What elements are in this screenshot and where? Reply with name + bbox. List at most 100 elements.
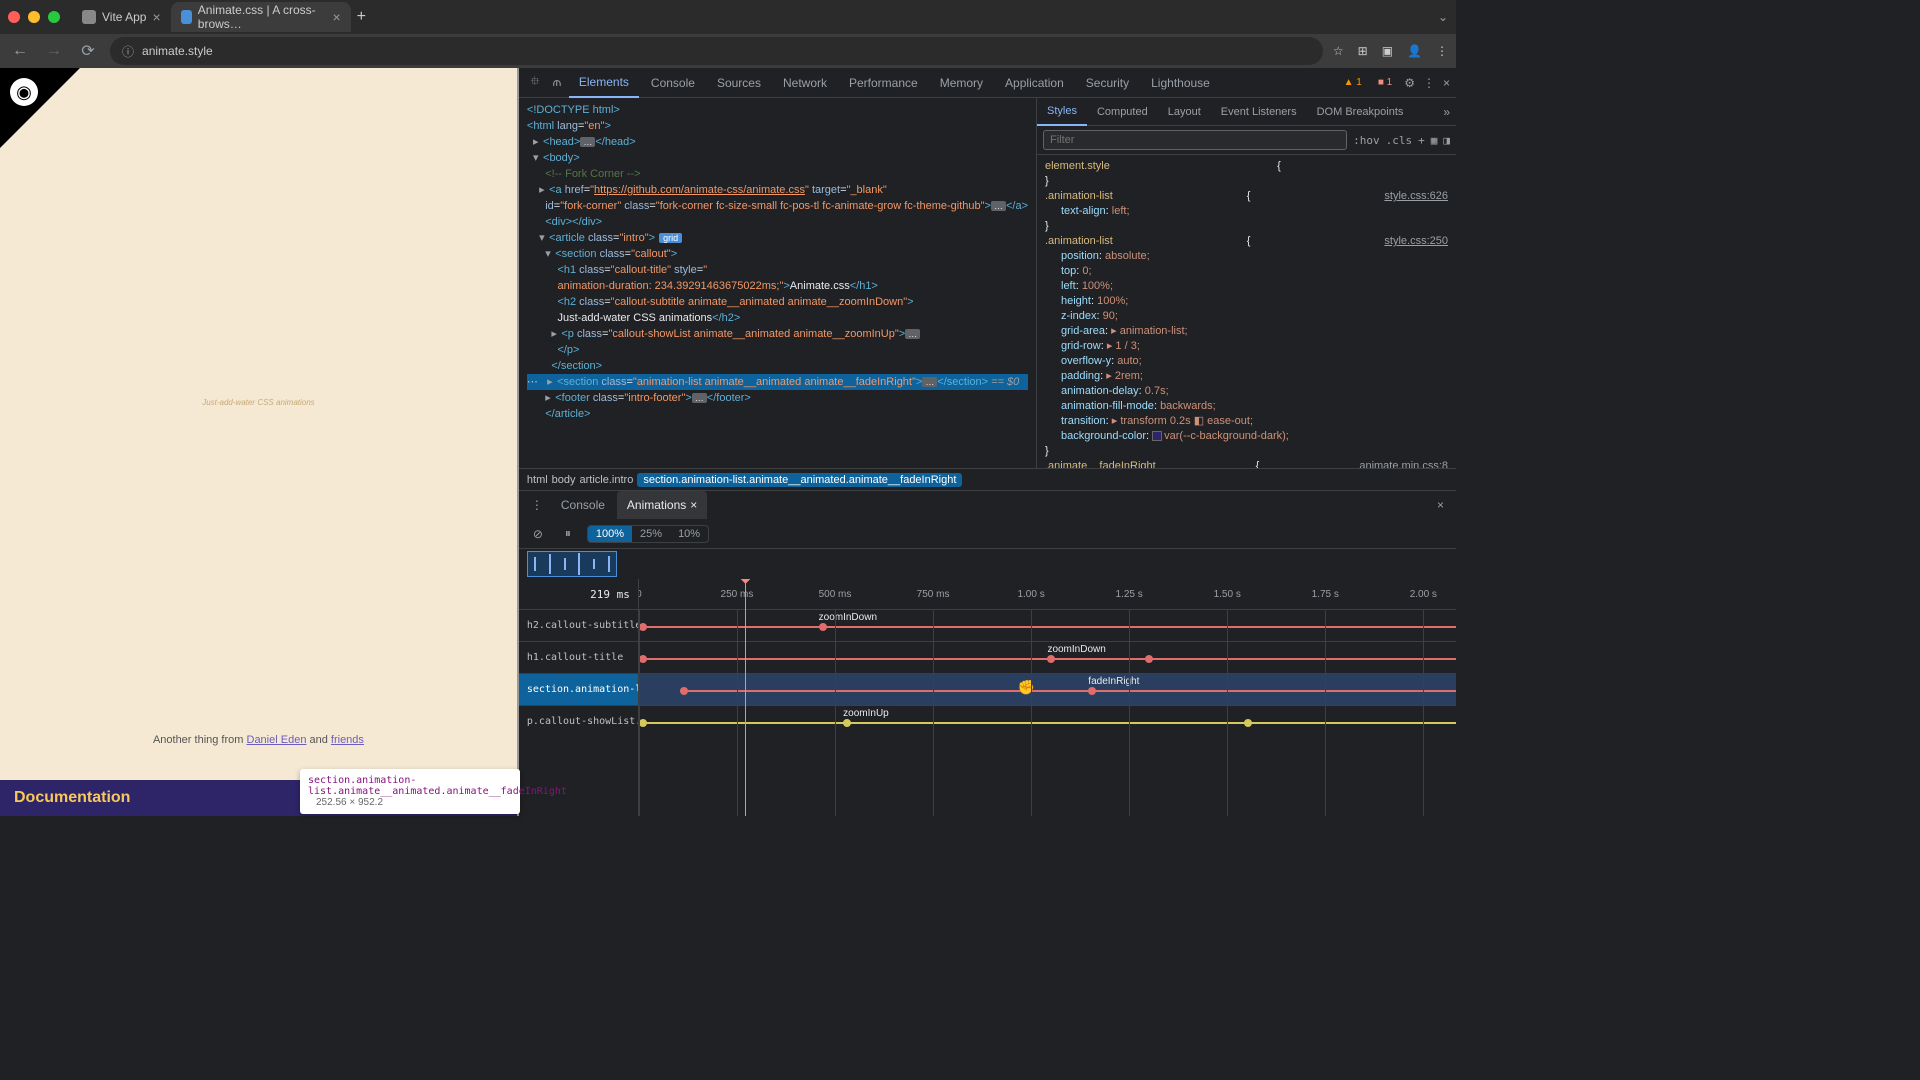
drawer-menu-icon[interactable]: ⋮ (525, 498, 549, 512)
track-label[interactable]: h2.callout-subtitle (519, 609, 638, 641)
dom-comment: <!-- Fork Corner --> (545, 168, 640, 180)
tab-elements[interactable]: Elements (569, 68, 639, 98)
animations-toolbar: ⊘ ⏸ 100% 25% 10% (519, 519, 1456, 549)
styles-tab-listeners[interactable]: Event Listeners (1211, 98, 1307, 126)
profile-icon[interactable]: 👤 (1407, 44, 1422, 58)
tab-title: Animate.css | A cross-brows… (198, 3, 327, 31)
selected-dom-node[interactable]: ⋯ ▸<section class="animation-list animat… (527, 374, 1028, 390)
footer-prefix: Another thing from (153, 734, 247, 746)
device-toggle-icon[interactable]: ⫙ (547, 75, 567, 90)
flex-icon[interactable]: ▦ (1431, 134, 1438, 147)
tab-title: Vite App (102, 10, 146, 24)
animation-timeline[interactable]: ▶ 0250 ms500 ms750 ms1.00 s1.25 s1.50 s1… (639, 579, 1456, 816)
tab-close-icon[interactable]: × (152, 9, 160, 25)
drawer-tab-animations[interactable]: Animations × (617, 491, 707, 519)
tab-application[interactable]: Application (995, 68, 1074, 98)
drawer-close-icon[interactable]: × (1431, 498, 1450, 512)
track-label[interactable]: section.animation-l (519, 673, 638, 705)
maximize-window-icon[interactable] (48, 11, 60, 23)
dom-breadcrumbs[interactable]: html body article.intro section.animatio… (519, 468, 1456, 490)
page-preview: ◉ Just-add-water CSS animations Another … (0, 68, 519, 816)
tab-bar: Vite App × Animate.css | A cross-brows… … (0, 0, 1456, 34)
menu-icon[interactable]: ⋮ (1436, 44, 1448, 58)
animation-track[interactable]: zoomInDown (639, 641, 1456, 673)
github-corner[interactable] (0, 68, 80, 148)
panel-icon[interactable]: ▣ (1382, 44, 1393, 58)
animation-track[interactable]: zoomInDown (639, 609, 1456, 641)
devtools: ⯐ ⫙ Elements Console Sources Network Per… (519, 68, 1456, 816)
crumb-body[interactable]: body (552, 474, 576, 486)
browser-tab-animate[interactable]: Animate.css | A cross-brows… × (171, 2, 351, 32)
pause-animations-icon[interactable]: ⏸ (557, 523, 579, 545)
timeline-ruler[interactable]: 0250 ms500 ms750 ms1.00 s1.25 s1.50 s1.7… (639, 579, 1456, 609)
tab-close-icon[interactable]: × (690, 498, 697, 512)
url-text: animate.style (142, 44, 213, 58)
close-devtools-icon[interactable]: × (1443, 76, 1450, 90)
callout-subtitle: Just-add-water CSS animations (202, 398, 315, 407)
tab-performance[interactable]: Performance (839, 68, 928, 98)
settings-icon[interactable]: ⚙ (1404, 76, 1415, 90)
url-input[interactable]: ⓘ animate.style (110, 37, 1323, 65)
favicon-icon (181, 10, 192, 24)
playhead[interactable] (745, 579, 746, 816)
footer-author-link[interactable]: Daniel Eden (247, 734, 307, 746)
crumb-html[interactable]: html (527, 474, 548, 486)
speed-25[interactable]: 25% (632, 526, 670, 542)
footer-friends-link[interactable]: friends (331, 734, 364, 746)
inspect-icon[interactable]: ⯐ (525, 72, 545, 93)
tab-network[interactable]: Network (773, 68, 837, 98)
close-window-icon[interactable] (8, 11, 20, 23)
warning-badge[interactable]: ▲ 1 (1340, 76, 1366, 89)
back-button[interactable]: ← (8, 39, 32, 63)
reload-button[interactable]: ⟳ (76, 39, 100, 63)
styles-filter-input[interactable] (1043, 130, 1347, 150)
new-rule-icon[interactable]: + (1418, 134, 1425, 147)
tab-sources[interactable]: Sources (707, 68, 771, 98)
tab-close-icon[interactable]: × (332, 9, 340, 25)
minimize-window-icon[interactable] (28, 11, 40, 23)
styles-tab-computed[interactable]: Computed (1087, 98, 1158, 126)
animation-groups-strip[interactable] (519, 549, 1456, 579)
styles-tab-styles[interactable]: Styles (1037, 98, 1087, 126)
speed-10[interactable]: 10% (670, 526, 708, 542)
window-controls[interactable] (8, 11, 60, 23)
tooltip-dimensions: 252.56 × 952.2 (316, 797, 383, 808)
track-label[interactable]: h1.callout-title (519, 641, 638, 673)
hov-toggle[interactable]: :hov (1353, 134, 1380, 147)
tab-memory[interactable]: Memory (930, 68, 993, 98)
browser-tab-vite[interactable]: Vite App × (72, 2, 171, 32)
site-info-icon[interactable]: ⓘ (122, 43, 134, 60)
tab-overflow-icon[interactable]: ⌄ (1438, 10, 1448, 24)
crumb-section[interactable]: section.animation-list.animate__animated… (637, 473, 962, 487)
styles-tab-dombp[interactable]: DOM Breakpoints (1307, 98, 1414, 126)
drawer-tab-console[interactable]: Console (551, 491, 615, 519)
forward-button[interactable]: → (42, 39, 66, 63)
styles-rules[interactable]: element.style {}.animation-list {style.c… (1037, 155, 1456, 468)
issue-badge[interactable]: ■ 1 (1374, 76, 1396, 89)
track-label[interactable]: p.callout-showList. (519, 705, 638, 737)
bookmark-icon[interactable]: ☆ (1333, 44, 1344, 58)
animation-track[interactable]: zoomInUp (639, 705, 1456, 737)
elements-tree[interactable]: <!DOCTYPE html> <html lang="en"> ▸<head>… (519, 98, 1036, 468)
animation-track[interactable]: fadeInRight (639, 673, 1456, 705)
crumb-article[interactable]: article.intro (580, 474, 634, 486)
footer-credit: Another thing from Daniel Eden and frien… (153, 734, 364, 746)
styles-tabs: Styles Computed Layout Event Listeners D… (1037, 98, 1456, 126)
animation-group-thumb[interactable] (527, 551, 617, 577)
animation-labels: 219 ms h2.callout-subtitleh1.callout-tit… (519, 579, 639, 816)
styles-tabs-more-icon[interactable]: » (1437, 105, 1456, 119)
cls-toggle[interactable]: .cls (1386, 134, 1413, 147)
github-icon[interactable]: ◉ (10, 78, 38, 106)
drawer-tabs: ⋮ Console Animations × × (519, 491, 1456, 519)
panel-toggle-icon[interactable]: ◨ (1443, 134, 1450, 147)
tab-console[interactable]: Console (641, 68, 705, 98)
extensions-icon[interactable]: ⊞ (1358, 44, 1368, 58)
speed-100[interactable]: 100% (588, 526, 632, 542)
styles-tab-layout[interactable]: Layout (1158, 98, 1211, 126)
more-icon[interactable]: ⋮ (1423, 76, 1435, 90)
tab-lighthouse[interactable]: Lighthouse (1141, 68, 1220, 98)
clear-animations-icon[interactable]: ⊘ (527, 523, 549, 545)
new-tab-button[interactable]: + (357, 8, 366, 26)
tab-security[interactable]: Security (1076, 68, 1139, 98)
speed-selector[interactable]: 100% 25% 10% (587, 525, 709, 543)
